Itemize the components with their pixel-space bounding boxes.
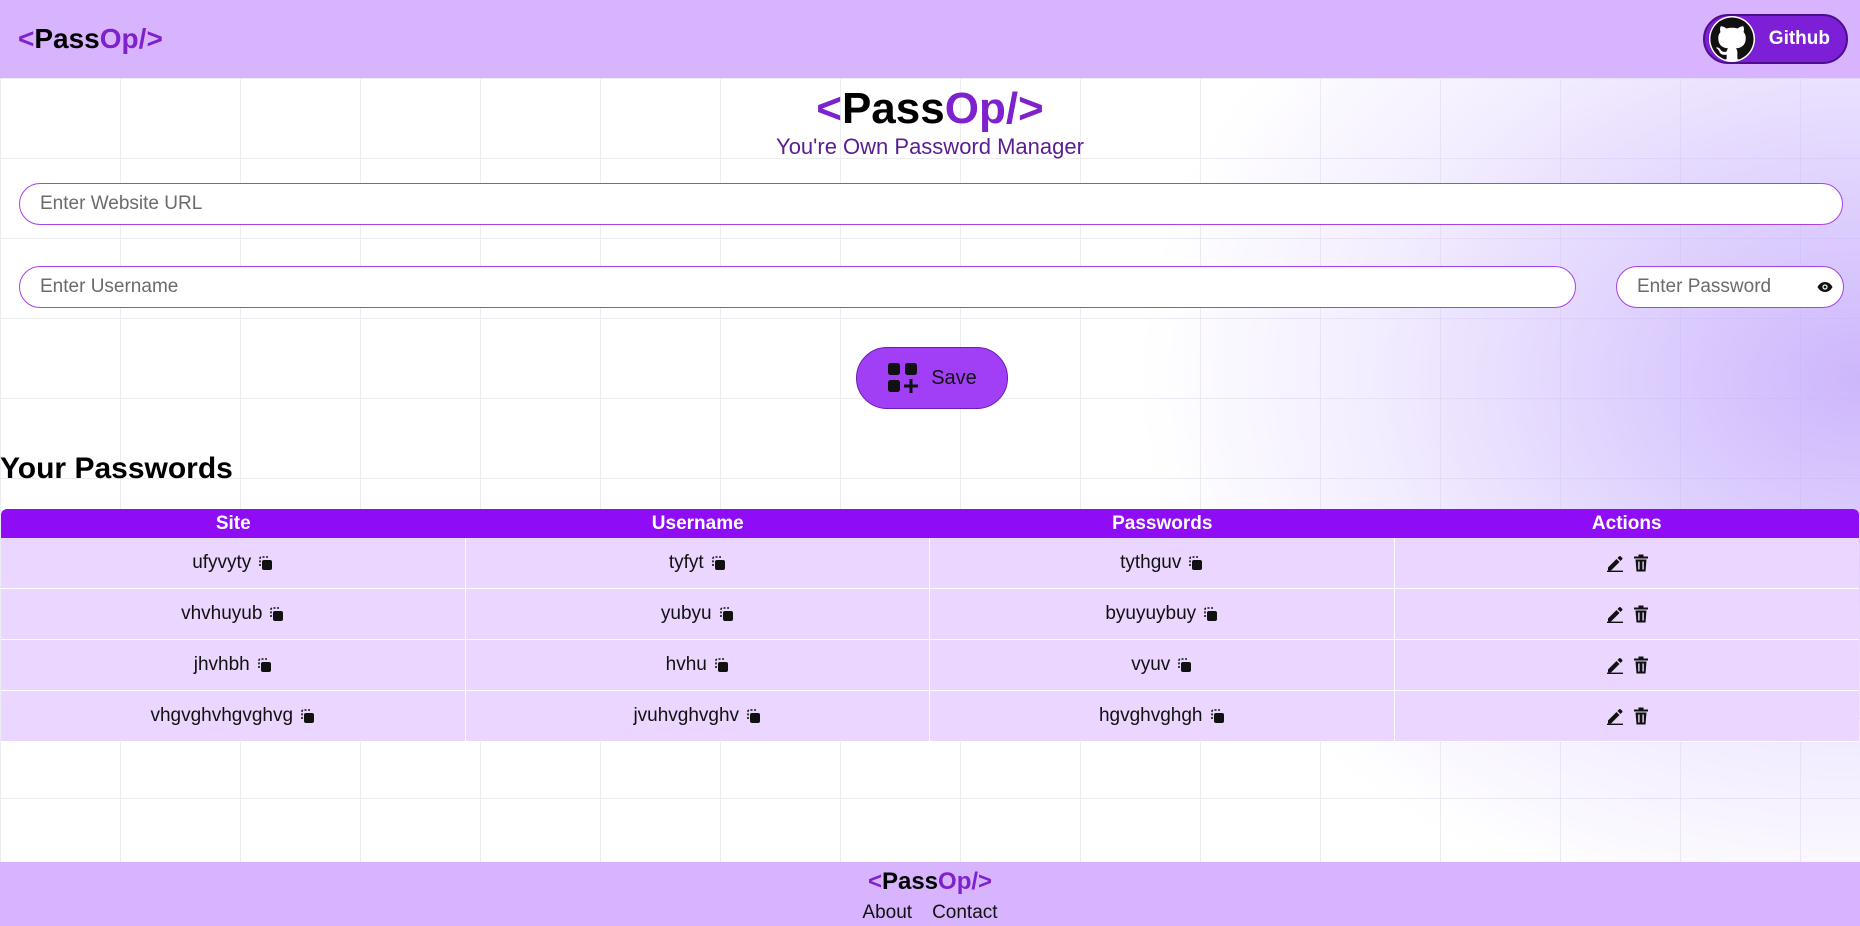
- edit-icon[interactable]: [1605, 656, 1625, 674]
- save-label: Save: [931, 366, 977, 389]
- column-header-passwords: Passwords: [1112, 512, 1213, 534]
- site-text: ufyvyty: [192, 552, 252, 573]
- site-text: vhgvghvhgvghvg: [150, 705, 294, 726]
- cell-username: tyfyt: [466, 538, 930, 588]
- cell-username: yubyu: [466, 589, 930, 639]
- site-text: vhvhuyub: [181, 603, 263, 624]
- copy-icon[interactable]: [268, 606, 284, 622]
- passwords-table: Site Username Passwords Actions ufyvyty t…: [1, 509, 1859, 742]
- table-row: vhgvghvhgvghvg jvuhvghvghv hgvghvghgh: [1, 691, 1859, 742]
- password-text: hgvghvghgh: [1098, 705, 1203, 726]
- cell-password: vyuv: [930, 640, 1395, 690]
- edit-icon[interactable]: [1605, 707, 1625, 725]
- cell-actions: [1395, 538, 1860, 588]
- cell-site: vhgvghvhgvghvg: [1, 691, 466, 741]
- column-header-username: Username: [651, 512, 744, 534]
- github-icon: [1708, 16, 1755, 62]
- column-header-actions: Actions: [1591, 512, 1662, 534]
- logo-pass: Pass: [34, 23, 100, 54]
- password-placeholder: Enter Password: [1637, 276, 1772, 297]
- copy-icon[interactable]: [710, 555, 726, 571]
- edit-icon[interactable]: [1605, 554, 1625, 572]
- copy-icon[interactable]: [718, 606, 734, 622]
- logo-bracket-close: >: [146, 23, 163, 54]
- password-text: byuyuybuy: [1105, 603, 1197, 624]
- cell-site: jhvhbh: [1, 640, 466, 690]
- main-content: < Pass Op/ > You're Own Password Manager…: [0, 78, 1860, 862]
- cell-actions: [1395, 691, 1860, 741]
- hero-logo: < Pass Op/ >: [0, 84, 1860, 134]
- eye-icon[interactable]: [1817, 281, 1833, 293]
- trash-icon[interactable]: [1633, 605, 1649, 623]
- username-text: yubyu: [660, 603, 712, 624]
- github-button[interactable]: Github: [1702, 14, 1848, 64]
- github-label: Github: [1768, 28, 1830, 49]
- logo-pass: Pass: [881, 868, 939, 895]
- logo-op: Op/: [938, 868, 979, 895]
- website-url-input[interactable]: Enter Website URL: [19, 183, 1843, 225]
- footer-link-contact[interactable]: Contact: [932, 902, 997, 924]
- password-text: tythguv: [1120, 552, 1182, 573]
- website-url-placeholder: Enter Website URL: [40, 193, 203, 214]
- nav-logo[interactable]: < Pass Op/ >: [18, 23, 163, 55]
- copy-icon[interactable]: [1202, 606, 1218, 622]
- passwords-title: Your Passwords: [0, 452, 233, 485]
- logo-op: Op/: [944, 84, 1019, 133]
- save-button[interactable]: Save: [856, 347, 1008, 409]
- cell-username: hvhu: [466, 640, 930, 690]
- table-row: vhvhuyub yubyu byuyuybuy: [1, 589, 1859, 640]
- username-text: tyfyt: [668, 552, 704, 573]
- table-row: ufyvyty tyfyt tythguv: [1, 538, 1859, 589]
- cell-actions: [1395, 589, 1860, 639]
- table-header: Site Username Passwords Actions: [1, 509, 1859, 538]
- cell-site: vhvhuyub: [1, 589, 466, 639]
- username-text: hvhu: [665, 654, 707, 675]
- navbar: < Pass Op/ > Github: [0, 0, 1860, 78]
- copy-icon[interactable]: [713, 657, 729, 673]
- footer: < Pass Op/ > About Contact: [0, 862, 1860, 926]
- trash-icon[interactable]: [1633, 554, 1649, 572]
- cell-username: jvuhvghvghv: [466, 691, 930, 741]
- logo-bracket-open: <: [816, 84, 842, 133]
- edit-icon[interactable]: [1605, 605, 1625, 623]
- footer-link-about[interactable]: About: [862, 902, 912, 924]
- logo-bracket-close: >: [1018, 84, 1044, 133]
- cell-site: ufyvyty: [1, 538, 466, 588]
- password-text: vyuv: [1131, 654, 1171, 675]
- footer-links: About Contact: [0, 902, 1860, 924]
- cell-actions: [1395, 640, 1860, 690]
- password-input[interactable]: Enter Password: [1616, 266, 1844, 308]
- table-row: jhvhbh hvhu vyuv: [1, 640, 1859, 691]
- username-placeholder: Enter Username: [40, 276, 179, 297]
- copy-icon[interactable]: [745, 708, 761, 724]
- copy-icon[interactable]: [299, 708, 315, 724]
- tagline: You're Own Password Manager: [776, 134, 1084, 159]
- logo-bracket-open: <: [867, 868, 882, 895]
- logo-pass: Pass: [841, 84, 945, 133]
- copy-icon[interactable]: [257, 555, 273, 571]
- column-header-site: Site: [215, 512, 251, 534]
- cell-password: byuyuybuy: [930, 589, 1395, 639]
- add-grid-icon: [887, 362, 919, 394]
- cell-password: hgvghvghgh: [930, 691, 1395, 741]
- footer-logo: < Pass Op/ >: [0, 868, 1860, 896]
- cell-password: tythguv: [930, 538, 1395, 588]
- table-body: ufyvyty tyfyt tythguv vhvhuyub yubyu byuyuybu…: [1, 538, 1859, 742]
- trash-icon[interactable]: [1633, 707, 1649, 725]
- copy-icon[interactable]: [1176, 657, 1192, 673]
- logo-op: Op/: [99, 23, 147, 54]
- username-input[interactable]: Enter Username: [19, 266, 1576, 308]
- trash-icon[interactable]: [1633, 656, 1649, 674]
- logo-bracket-open: <: [18, 23, 35, 54]
- copy-icon[interactable]: [1187, 555, 1203, 571]
- copy-icon[interactable]: [256, 657, 272, 673]
- logo-bracket-close: >: [978, 868, 993, 895]
- site-text: jhvhbh: [193, 654, 250, 675]
- username-text: jvuhvghvghv: [633, 705, 740, 726]
- copy-icon[interactable]: [1209, 708, 1225, 724]
